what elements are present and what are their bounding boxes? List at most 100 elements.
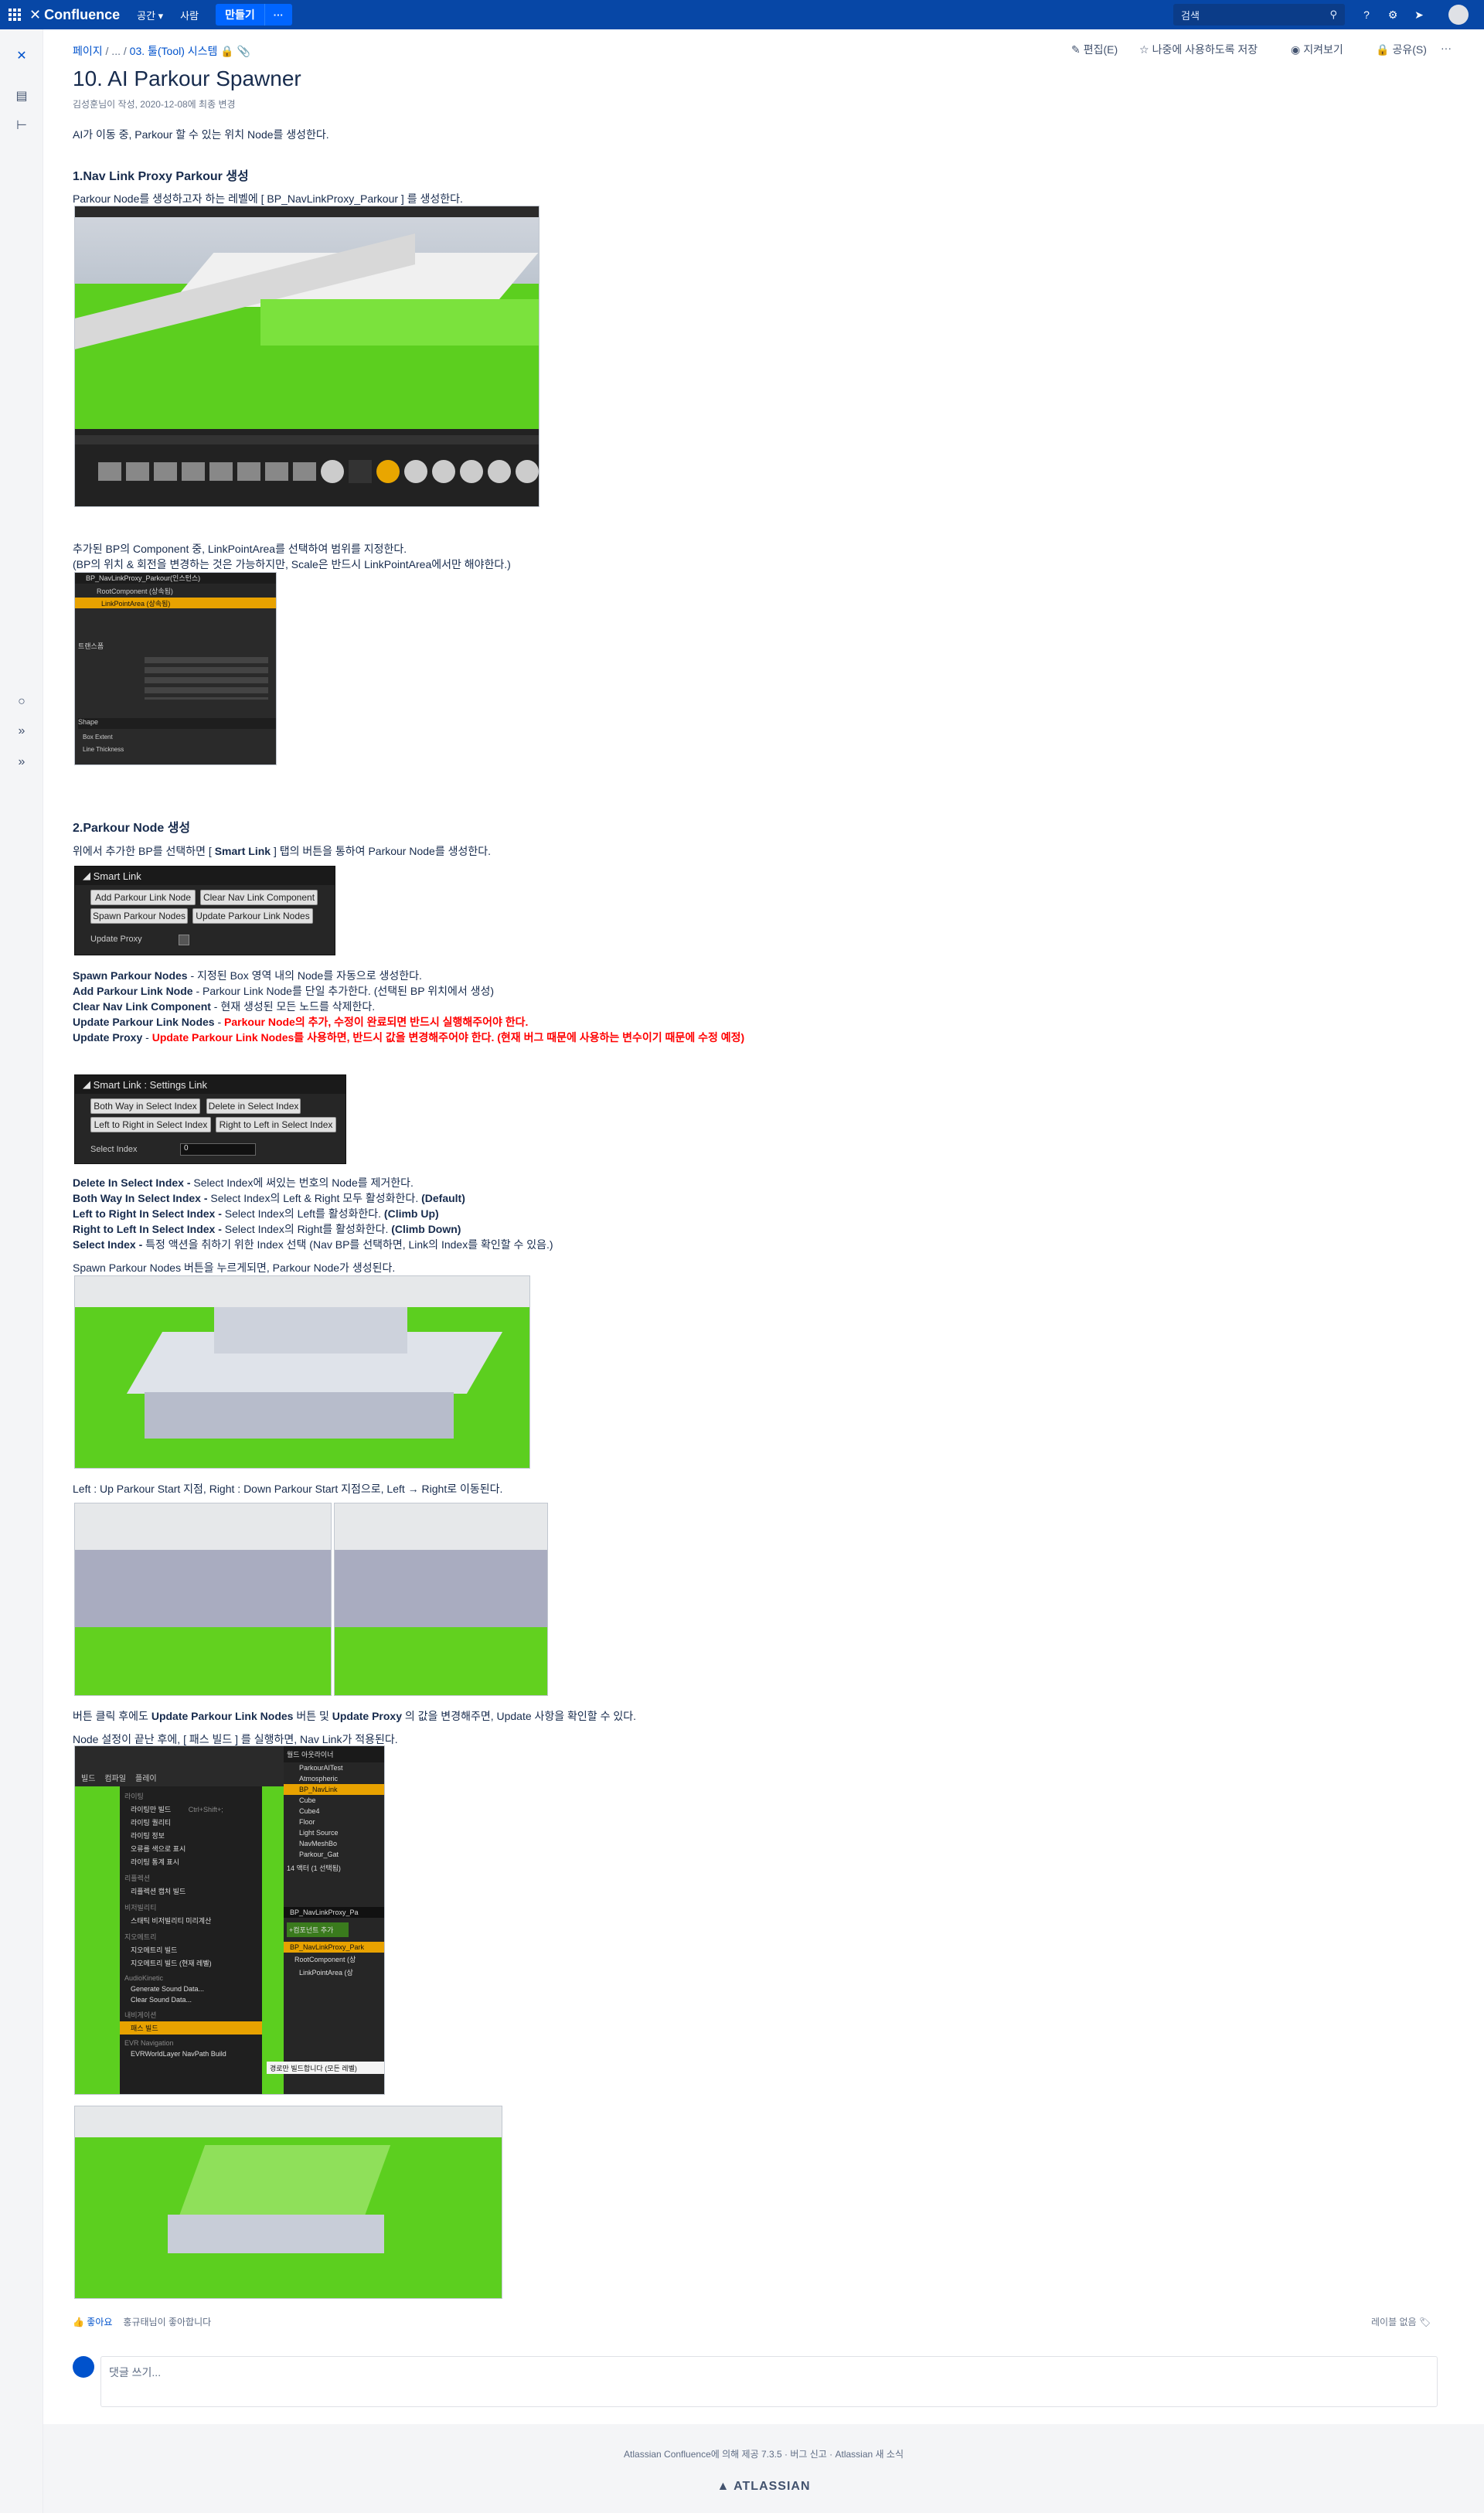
- desc2-rtl-b: Right to Left In Select Index -: [73, 1223, 222, 1235]
- build-toolbar-compile[interactable]: 컴파일: [104, 1772, 126, 1783]
- nav-spaces[interactable]: 공간 ▾: [137, 8, 163, 22]
- confluence-logo[interactable]: ✕ Confluence: [29, 7, 120, 23]
- comment-avatar: [73, 2356, 94, 2378]
- outliner-item[interactable]: Atmospheric: [284, 1773, 384, 1784]
- outliner-item[interactable]: Parkour_Gat: [284, 1849, 384, 1860]
- edit-button[interactable]: ✎ 편집(E): [1071, 42, 1118, 57]
- desc2-rtl-t: Select Index의 Right를 활성화한다.: [221, 1223, 392, 1235]
- menu-build-lighting-only-label: 라이팅만 빌드: [131, 1806, 172, 1813]
- create-button[interactable]: 만들기: [216, 4, 264, 26]
- outliner-item[interactable]: NavMeshBo: [284, 1838, 384, 1849]
- outliner-item[interactable]: ParkourAITest: [284, 1762, 384, 1773]
- detail-name-field[interactable]: BP_NavLinkProxy_Pa: [284, 1907, 384, 1918]
- outliner-item[interactable]: Light Source: [284, 1827, 384, 1838]
- app-switcher-icon[interactable]: [0, 0, 29, 29]
- delete-index-button[interactable]: Delete in Select Index: [206, 1098, 301, 1114]
- select-index-input[interactable]: 0: [180, 1143, 256, 1156]
- menu-section-visibility: 비저빌리티: [124, 1904, 157, 1912]
- outliner-count: 14 액터 (1 선택됨): [287, 1864, 341, 1872]
- breadcrumb-current[interactable]: 03. 툴(Tool) 시스템: [130, 45, 218, 57]
- comment-input[interactable]: 댓글 쓰기...: [100, 2356, 1438, 2407]
- desc-clear: Clear Nav Link Component - 현재 생성된 모든 노드를…: [73, 999, 375, 1014]
- outliner-item-selected[interactable]: BP_NavLink: [284, 1784, 384, 1795]
- left-to-right-button[interactable]: Left to Right in Select Index: [90, 1117, 211, 1132]
- desc2-rtl-b2: (Climb Down): [391, 1223, 461, 1235]
- desc-update-nodes-t: -: [214, 1016, 225, 1028]
- desc2-ltr-b2: (Climb Up): [383, 1207, 439, 1220]
- spawned-nodes-screenshot: [74, 1275, 530, 1469]
- desc-update-proxy-r: Update Parkour Link Nodes를 사용하면, 반드시 값을 …: [151, 1031, 745, 1044]
- build-toolbar-play[interactable]: 플레이: [135, 1772, 157, 1783]
- expand-icon[interactable]: »: [12, 722, 31, 741]
- transform-section: 트랜스폼: [78, 642, 104, 650]
- build-dropdown-menu: 라이팅 라이팅만 빌드 Ctrl+Shift+; 라이팅 퀄리티 라이팅 정보 …: [120, 1786, 262, 2094]
- menu-evr-navpath-build[interactable]: EVRWorldLayer NavPath Build: [120, 2048, 262, 2059]
- smart-link-panel-title: ◢ Smart Link: [75, 867, 335, 885]
- menu-lighting-info[interactable]: 라이팅 정보: [120, 1829, 262, 1842]
- update-proxy-checkbox[interactable]: [179, 935, 189, 945]
- menu-build-reflection[interactable]: 리플렉션 캡처 빌드: [120, 1885, 262, 1898]
- section2-heading: 2.Parkour Node 생성: [73, 822, 191, 835]
- breadcrumb-ellipsis[interactable]: / ...: [106, 45, 121, 57]
- atlassian-logo[interactable]: ▲ ATLASSIAN: [43, 2480, 1484, 2494]
- menu-static-visibility[interactable]: 스태틱 비저빌리티 미리계산: [120, 1914, 262, 1927]
- menu-build-paths[interactable]: 패스 빌드: [120, 2021, 262, 2035]
- add-component-button[interactable]: +컴포넌트 추가: [287, 1922, 349, 1937]
- labels-section[interactable]: 레이블 없음 🏷: [1371, 2315, 1431, 2328]
- page-byline: 김성훈님이 작성, 2020-12-08에 최종 변경: [73, 99, 236, 110]
- restrictions-icon[interactable]: 🔒: [220, 45, 233, 57]
- menu-color-errors[interactable]: 오류를 색으로 표시: [120, 1842, 262, 1855]
- page-tree-icon[interactable]: ⊢: [12, 116, 31, 135]
- confluence-logo-icon[interactable]: ✕: [12, 46, 31, 65]
- desc2-ltr: Left to Right In Select Index - Select I…: [73, 1206, 439, 1221]
- spawn-parkour-nodes-button[interactable]: Spawn Parkour Nodes: [90, 908, 188, 924]
- menu-clear-sound[interactable]: Clear Sound Data...: [120, 1994, 262, 2005]
- like-text[interactable]: 홍규태님이 좋아합니다: [123, 2315, 211, 2328]
- attachment-icon[interactable]: 📎: [237, 45, 250, 57]
- menu-build-lighting-only[interactable]: 라이팅만 빌드 Ctrl+Shift+;: [120, 1803, 262, 1816]
- watch-button[interactable]: ◉ 지켜보기: [1291, 42, 1343, 57]
- desc2-delete-b: Delete In Select Index -: [73, 1176, 191, 1189]
- menu-generate-sound[interactable]: Generate Sound Data...: [120, 1983, 262, 1994]
- lock-icon: 🔒: [1376, 43, 1390, 56]
- user-avatar[interactable]: [1448, 5, 1469, 25]
- breadcrumb-root[interactable]: 페이지: [73, 45, 103, 57]
- settings-gear-icon[interactable]: ⚙: [1385, 7, 1401, 22]
- build-toolbar-build[interactable]: 빌드: [81, 1772, 95, 1783]
- like-button[interactable]: 👍 좋아요: [73, 2315, 112, 2328]
- component-tree-item[interactable]: RootComponent (상: [284, 1953, 384, 1966]
- spawn-text: Spawn Parkour Nodes 버튼을 누르게되면, Parkour N…: [73, 1262, 396, 1274]
- clear-nav-link-component-button[interactable]: Clear Nav Link Component: [200, 890, 318, 905]
- footer-news[interactable]: Atlassian 새 소식: [836, 2449, 904, 2460]
- menu-lighting-quality[interactable]: 라이팅 퀄리티: [120, 1816, 262, 1829]
- outliner-item[interactable]: Cube: [284, 1795, 384, 1806]
- outliner-item[interactable]: Floor: [284, 1817, 384, 1827]
- create-more-button[interactable]: ···: [264, 4, 292, 26]
- help-icon[interactable]: ?: [1359, 7, 1374, 22]
- share-button[interactable]: 🔒 공유(S): [1376, 42, 1427, 57]
- left-sidebar: ✕ ▤ ⊢ ○ » »: [0, 29, 43, 2513]
- component-tree-item[interactable]: BP_NavLinkProxy_Park: [284, 1942, 384, 1953]
- smart-link-title: Smart Link: [93, 870, 141, 882]
- component-tree-item[interactable]: LinkPointArea (상: [284, 1966, 384, 1979]
- right-to-left-button[interactable]: Right to Left in Select Index: [216, 1117, 336, 1132]
- circle-icon[interactable]: ○: [12, 693, 31, 711]
- update-text-post: 의 값을 변경해주면, Update 사항을 확인할 수 있다.: [402, 1710, 637, 1722]
- pages-icon[interactable]: ▤: [12, 87, 31, 105]
- menu-build-geometry-current[interactable]: 지오메트리 빌드 (현재 레벨): [120, 1956, 262, 1970]
- both-way-button[interactable]: Both Way in Select Index: [90, 1098, 200, 1114]
- pencil-icon: ✎: [1071, 43, 1081, 56]
- more-actions-button[interactable]: ···: [1441, 42, 1452, 54]
- nav-people[interactable]: 사람: [180, 8, 199, 22]
- notifications-icon[interactable]: ➤: [1411, 7, 1427, 22]
- menu-lighting-stats[interactable]: 라이팅 통계 표시: [120, 1855, 262, 1868]
- footer-powered[interactable]: Atlassian Confluence에 의해 제공 7.3.5: [624, 2449, 782, 2460]
- save-later-button[interactable]: ☆ 나중에 사용하도록 저장: [1139, 42, 1258, 57]
- outliner-item[interactable]: Cube4: [284, 1806, 384, 1817]
- footer-bug-report[interactable]: 버그 신고: [790, 2449, 827, 2460]
- add-parkour-link-node-button[interactable]: Add Parkour Link Node: [90, 890, 196, 905]
- search-input[interactable]: 검색 ⚲: [1173, 4, 1345, 26]
- update-parkour-link-nodes-button[interactable]: Update Parkour Link Nodes: [192, 908, 313, 924]
- menu-build-geometry[interactable]: 지오메트리 빌드: [120, 1943, 262, 1956]
- expand-sidebar-icon[interactable]: »: [12, 753, 31, 771]
